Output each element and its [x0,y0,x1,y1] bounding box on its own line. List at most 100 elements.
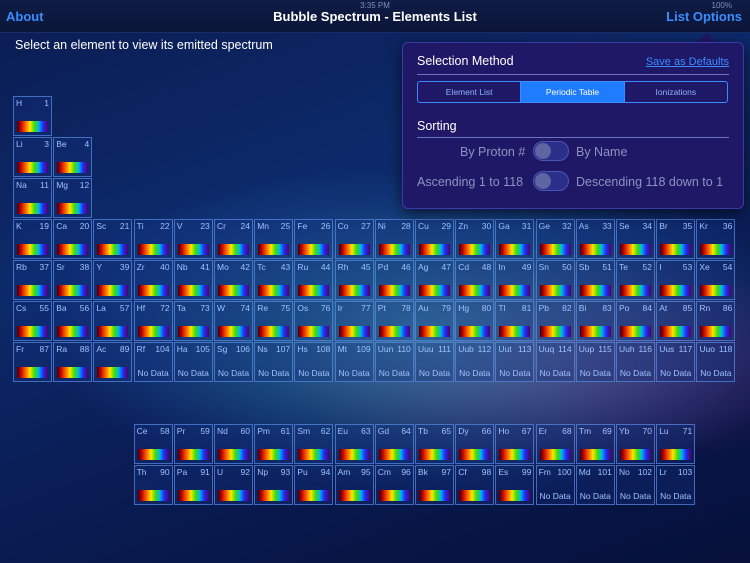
element-cell[interactable]: Md 101 No Data [575,465,615,505]
element-cell[interactable]: No 102 No Data [616,465,655,505]
element-cell[interactable]: Ho 67 [495,424,535,464]
element-cell[interactable]: Am 95 [334,465,374,505]
element-cell[interactable]: Lu 71 [656,424,696,464]
element-cell[interactable]: Ce 58 [133,424,173,464]
element-cell[interactable]: Fm 100 No Data [535,465,575,505]
element-cell[interactable]: Sb 51 [575,260,615,300]
element-cell[interactable]: Cu 29 [415,219,454,259]
element-cell[interactable]: Pb 82 [535,301,575,341]
element-cell[interactable]: Uup 115 No Data [575,342,615,382]
element-cell[interactable]: Gd 64 [374,424,414,464]
element-cell[interactable]: Rn 86 [696,301,736,341]
element-cell[interactable]: Nd 60 [214,424,253,464]
element-cell[interactable]: Bi 83 [575,301,615,341]
element-cell[interactable]: Uuu 111 No Data [415,342,454,382]
element-cell[interactable]: Hf 72 [133,301,173,341]
element-cell[interactable]: Hg 80 [455,301,495,341]
element-cell[interactable]: Yb 70 [616,424,655,464]
element-cell[interactable]: Sg 106 No Data [214,342,253,382]
element-cell[interactable]: Pt 78 [374,301,414,341]
element-cell[interactable]: Fr 87 [13,342,52,382]
element-cell[interactable]: Uut 113 No Data [495,342,535,382]
element-cell[interactable]: Ti 22 [133,219,173,259]
element-cell[interactable]: Y 39 [93,260,133,300]
element-cell[interactable]: Tm 69 [575,424,615,464]
element-cell[interactable]: Pd 46 [374,260,414,300]
element-cell[interactable]: Ac 89 [93,342,133,382]
element-cell[interactable]: Mo 42 [214,260,253,300]
element-cell[interactable]: Tl 81 [495,301,535,341]
element-cell[interactable]: Uuo 118 No Data [696,342,736,382]
element-cell[interactable]: Pu 94 [294,465,334,505]
element-cell[interactable]: Tc 43 [254,260,294,300]
element-cell[interactable]: At 85 [656,301,696,341]
element-cell[interactable]: I 53 [656,260,696,300]
element-cell[interactable]: Es 99 [495,465,535,505]
element-cell[interactable]: Sm 62 [294,424,334,464]
element-cell[interactable]: Te 52 [616,260,655,300]
element-cell[interactable]: Sr 38 [53,260,93,300]
element-cell[interactable]: Ru 44 [294,260,334,300]
element-cell[interactable]: U 92 [214,465,253,505]
element-cell[interactable]: Rb 37 [13,260,52,300]
element-cell[interactable]: Mt 109 No Data [334,342,374,382]
element-cell[interactable]: Ba 56 [53,301,93,341]
element-cell[interactable]: Hs 108 No Data [294,342,334,382]
segment-periodic-table[interactable]: Periodic Table [520,82,624,102]
element-cell[interactable]: Mg 12 [53,178,93,218]
element-cell[interactable]: Se 34 [616,219,655,259]
element-cell[interactable]: Na 11 [13,178,52,218]
element-cell[interactable]: Cs 55 [13,301,52,341]
element-cell[interactable]: Re 75 [254,301,294,341]
list-options-button[interactable]: List Options [666,9,742,24]
element-cell[interactable]: Uun 110 No Data [374,342,414,382]
element-cell[interactable]: Br 35 [656,219,696,259]
save-defaults-button[interactable]: Save as Defaults [646,56,729,68]
element-cell[interactable]: Pa 91 [173,465,213,505]
element-cell[interactable]: Uuq 114 No Data [535,342,575,382]
element-cell[interactable]: Li 3 [13,137,52,177]
sort-key-toggle[interactable] [533,141,569,161]
element-cell[interactable]: Os 76 [294,301,334,341]
element-cell[interactable]: Cf 98 [455,465,495,505]
element-cell[interactable]: Au 79 [415,301,454,341]
element-cell[interactable]: K 19 [13,219,52,259]
element-cell[interactable]: Po 84 [616,301,655,341]
element-cell[interactable]: Cr 24 [214,219,253,259]
element-cell[interactable]: Th 90 [133,465,173,505]
element-cell[interactable]: Bk 97 [415,465,454,505]
element-cell[interactable]: In 49 [495,260,535,300]
element-cell[interactable]: Uus 117 No Data [656,342,696,382]
element-cell[interactable]: Ca 20 [53,219,93,259]
element-cell[interactable]: Nb 41 [173,260,213,300]
element-cell[interactable]: Np 93 [254,465,294,505]
element-cell[interactable]: Ge 32 [535,219,575,259]
element-cell[interactable]: Mn 25 [254,219,294,259]
element-cell[interactable]: Rf 104 No Data [133,342,173,382]
element-cell[interactable]: Zr 40 [133,260,173,300]
element-cell[interactable]: Tb 65 [415,424,454,464]
element-cell[interactable]: Co 27 [334,219,374,259]
element-cell[interactable]: Rh 45 [334,260,374,300]
element-cell[interactable]: Cm 96 [374,465,414,505]
element-cell[interactable]: W 74 [214,301,253,341]
element-cell[interactable]: Lr 103 No Data [656,465,696,505]
element-cell[interactable]: Xe 54 [696,260,736,300]
element-cell[interactable]: Dy 66 [455,424,495,464]
element-cell[interactable]: Ir 77 [334,301,374,341]
element-cell[interactable]: Zn 30 [455,219,495,259]
element-cell[interactable]: H1 [13,96,52,136]
element-cell[interactable]: Eu 63 [334,424,374,464]
element-cell[interactable]: Ag 47 [415,260,454,300]
element-cell[interactable]: V 23 [173,219,213,259]
element-cell[interactable]: Ha 105 No Data [173,342,213,382]
element-cell[interactable]: Kr 36 [696,219,736,259]
sort-order-toggle[interactable] [533,171,569,191]
element-cell[interactable]: Be 4 [53,137,93,177]
element-cell[interactable]: Ga 31 [495,219,535,259]
element-cell[interactable]: La 57 [93,301,133,341]
element-cell[interactable]: Sn 50 [535,260,575,300]
element-cell[interactable]: Ns 107 No Data [254,342,294,382]
element-cell[interactable]: Uub 112 No Data [455,342,495,382]
element-cell[interactable]: As 33 [575,219,615,259]
